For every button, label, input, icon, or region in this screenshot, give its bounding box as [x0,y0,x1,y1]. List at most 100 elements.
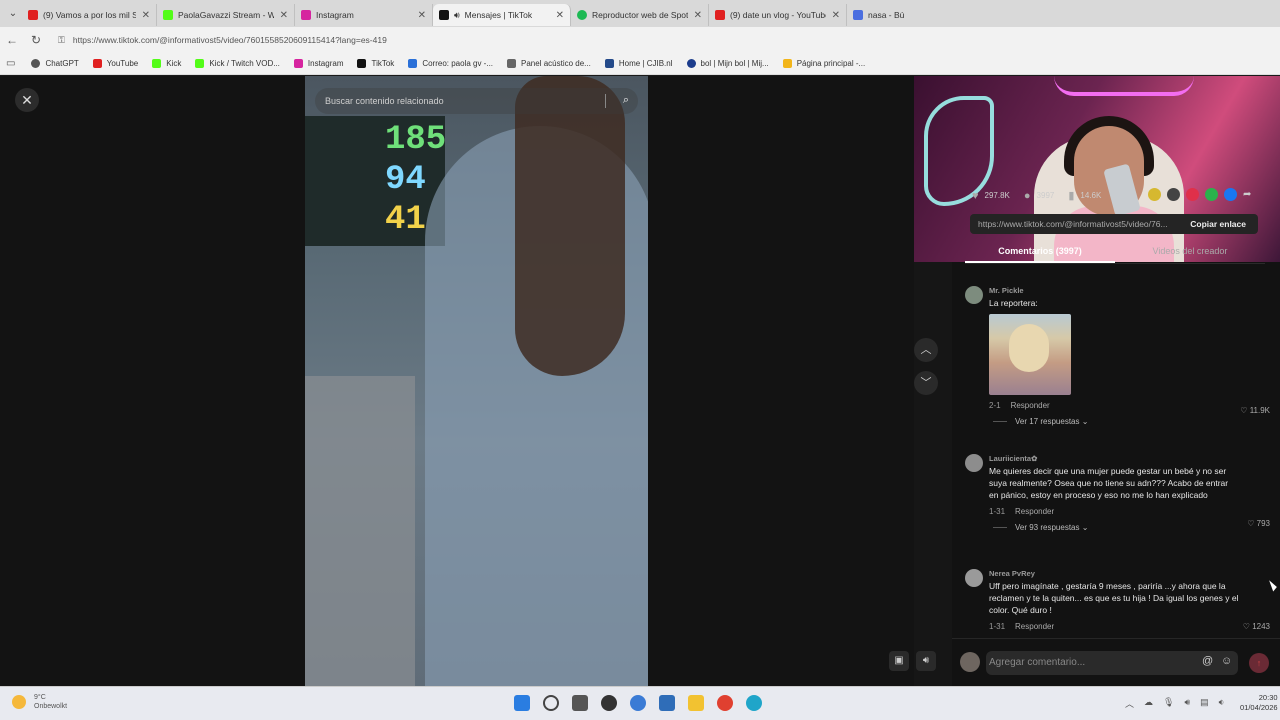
bookmark-instagram[interactable]: Instagram [293,59,343,68]
tab-close-icon[interactable]: ✕ [556,10,564,21]
bookmark-kick-twitch-vod[interactable]: Kick / Twitch VOD... [195,59,280,68]
site-info-icon[interactable]: ⚿ [58,35,65,46]
send-icon[interactable]: ↑ [1249,653,1269,673]
previous-video-chevron-up-icon[interactable]: ︿ [914,338,938,362]
emoji-icon[interactable]: ☺ [1221,655,1232,667]
reload-icon[interactable]: ↻ [24,33,48,47]
tab-list-chevron-icon[interactable]: ⌄ [4,8,22,19]
edge-icon[interactable] [746,695,762,711]
close-icon[interactable]: ✕ [15,88,39,112]
browser-tab-7[interactable]: nasa - Bú [847,4,917,26]
chevron-down-icon: ⌄ [1081,523,1089,532]
speaker-icon[interactable]: 🔊︎ [1184,697,1190,710]
view-replies-button[interactable]: Ver 17 respuestas ⌄ [993,417,1270,426]
related-search-input[interactable]: Buscar contenido relacionado ⌕ [315,88,638,114]
volume-icon[interactable]: 🔉︎ [1219,697,1225,710]
bookmark-correo[interactable]: Correo: paola gv -... [408,59,493,68]
weather-status: Onbewolkt [34,703,68,710]
back-arrow-icon[interactable]: ← [0,33,24,47]
comment-like-count[interactable]: ♡ 1243 [1243,622,1270,631]
bookmark-cjib[interactable]: Home | CJIB.nl [604,59,673,68]
reply-button[interactable]: Responder [1015,622,1054,631]
url-field[interactable]: ⚿ https://www.tiktok.com/@informativost5… [58,30,1280,50]
clock[interactable]: 20:30 01/04/2026 [1240,693,1278,713]
pip-icon[interactable]: ▣ [889,651,909,671]
kick-icon [163,10,173,20]
tab-close-icon[interactable]: ✕ [694,10,702,21]
like-stat[interactable]: ♥ 297.8K [972,190,1010,202]
view-replies-button[interactable]: Ver 93 respuestas ⌄ [993,523,1270,532]
system-tray: ︿ ☁ 🎙︎ 🔊︎ ▤ 🔉︎ [1125,697,1234,710]
reply-button[interactable]: Responder [1011,401,1050,410]
microphone-icon[interactable]: 🎙︎ [1163,697,1174,710]
comment-like-count[interactable]: ♡ 11.9K [1240,406,1270,415]
volume-icon[interactable]: 🔊︎ [916,651,936,671]
avatar[interactable] [965,569,983,587]
task-view-icon[interactable] [572,695,588,711]
chrome-icon[interactable] [717,695,733,711]
tab-close-icon[interactable]: ✕ [142,10,150,21]
reply-button[interactable]: Responder [1015,507,1054,516]
comment-author[interactable]: Mr. Pickle [989,286,1270,295]
facebook-icon[interactable] [1224,188,1237,201]
embed-icon[interactable] [1167,188,1180,201]
file-explorer-icon[interactable] [688,695,704,711]
video-player[interactable]: 185 94 41 [305,76,648,686]
avatar[interactable] [960,652,980,672]
copy-link-button[interactable]: Copiar enlace [1178,219,1258,229]
youtube-icon [715,10,725,20]
cloud-icon[interactable]: ☁ [1144,697,1153,710]
search-icon[interactable] [543,695,559,711]
tab-close-icon[interactable]: ✕ [280,10,288,21]
bookmark-pagina-principal[interactable]: Página principal -... [782,59,865,68]
app-icon[interactable] [630,695,646,711]
address-bar-row: ← ↻ ⚿ https://www.tiktok.com/@informativ… [0,27,1280,53]
weather-widget[interactable]: 9°C Onbewolkt [12,693,67,711]
bookmark-youtube[interactable]: YouTube [92,59,138,68]
browser-tab-5[interactable]: Reproductor web de Spotify ✕ [571,4,709,26]
comment-input[interactable]: Agregar comentario... [986,651,1238,675]
windows-start-icon[interactable] [514,695,530,711]
bookmark-tiktok[interactable]: TikTok [357,59,394,68]
share-link[interactable]: https://www.tiktok.com/@informativost5/v… [970,219,1178,229]
tab-comments[interactable]: Comentarios (3997) [965,242,1115,263]
comment-gif-image[interactable] [989,314,1071,395]
chevron-up-icon[interactable]: ︿ [1125,697,1134,710]
browser-tab-6[interactable]: (9) date un vlog - YouTube ✕ [709,4,847,26]
bookmark-folder-icon[interactable]: ▭ [6,58,15,69]
whatsapp-icon[interactable] [1205,188,1218,201]
bookmark-chatgpt[interactable]: ChatGPT [31,59,79,68]
obs-icon[interactable] [601,695,617,711]
browser-tab-2[interactable]: PaolaGavazzi Stream - Watc ✕ [157,4,295,26]
avatar[interactable] [965,286,983,304]
comment-date: 2-1 [989,401,1001,410]
share-friends-icon[interactable] [1148,188,1161,201]
bookmark-panel-acustico[interactable]: Panel acústico de... [507,59,591,68]
search-icon[interactable]: ⌕ [623,94,629,107]
save-stat[interactable]: ▮ 14.6K [1068,189,1101,202]
search-divider [605,94,606,108]
comment-like-count[interactable]: ♡ 793 [1247,519,1270,528]
share-arrow-icon[interactable]: ➦ [1243,188,1256,201]
next-video-chevron-down-icon[interactable]: ﹀ [914,371,938,395]
comment-author[interactable]: Lauriicienta✿ [989,454,1270,463]
share-send-icon[interactable] [1186,188,1199,201]
mention-icon[interactable]: @ [1202,655,1213,667]
avatar[interactable] [965,454,983,472]
webcam-overlay [914,76,1280,262]
browser-tab-4[interactable]: 🔊︎ Mensajes | TikTok ✕ [433,4,571,26]
browser-tab-1[interactable]: (9) Vamos a por los mil SEGI ✕ [22,4,157,26]
tab-close-icon[interactable]: ✕ [832,10,840,21]
speaker-icon[interactable]: 🔊︎ [454,10,460,21]
video-hair-graphic [515,76,625,376]
network-icon[interactable]: ▤ [1200,697,1209,710]
comment-author[interactable]: Nerea PvRey [989,569,1270,578]
tab-close-icon[interactable]: ✕ [418,10,426,21]
browser-tab-3[interactable]: Instagram ✕ [295,4,433,26]
tab-creator-videos[interactable]: Videos del creador [1115,242,1265,263]
comment-stat[interactable]: ● 3997 [1024,190,1054,202]
calculator-icon[interactable] [659,695,675,711]
bookmark-kick[interactable]: Kick [152,59,181,68]
bookmark-bol[interactable]: bol | Mijn bol | Mij... [686,59,769,68]
bookmark-icon: ▮ [1068,190,1075,202]
